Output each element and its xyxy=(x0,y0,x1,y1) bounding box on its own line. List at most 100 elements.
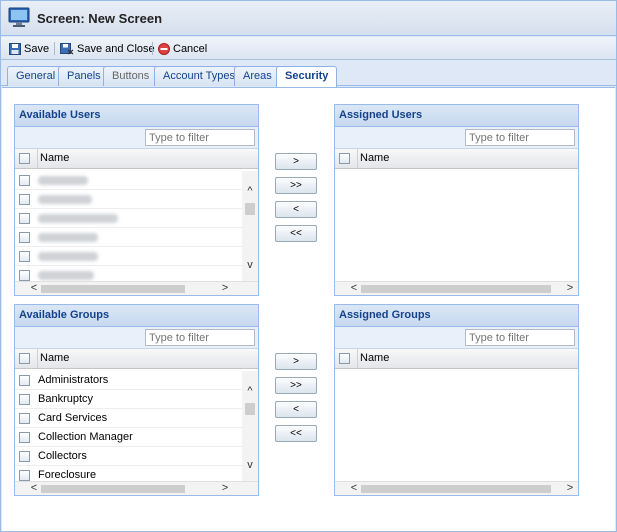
title-bar: Screen: New Screen xyxy=(1,1,616,36)
select-all-checkbox[interactable] xyxy=(19,153,30,164)
filter-bar xyxy=(335,127,578,149)
cancel-icon xyxy=(158,42,170,55)
row-checkbox[interactable] xyxy=(19,251,30,262)
toolbar-separator xyxy=(152,42,153,55)
panel-title: Available Groups xyxy=(15,305,258,327)
horizontal-scrollbar[interactable]: < > xyxy=(335,281,578,295)
column-header-name[interactable]: Name xyxy=(357,149,567,168)
row-checkbox[interactable] xyxy=(19,232,30,243)
row-checkbox[interactable] xyxy=(19,413,30,424)
horizontal-scrollbar[interactable]: < > xyxy=(15,481,258,495)
available-users-panel: Available Users Name ^ v xyxy=(14,104,259,296)
scroll-right-icon[interactable]: > xyxy=(563,482,577,495)
row-checkbox[interactable] xyxy=(19,470,30,481)
column-header-name[interactable]: Name xyxy=(357,349,567,368)
scroll-down-icon[interactable]: v xyxy=(244,259,256,271)
scroll-right-icon[interactable]: > xyxy=(218,282,232,295)
row-checkbox[interactable] xyxy=(19,432,30,443)
list-item[interactable]: Card Services xyxy=(15,409,243,428)
scroll-up-icon[interactable]: ^ xyxy=(244,385,256,397)
grid-header: Name xyxy=(15,349,258,369)
available-groups-list: Administrators Bankruptcy Card Services … xyxy=(15,371,243,483)
horizontal-scrollbar[interactable]: < > xyxy=(335,481,578,495)
group-name: Collection Manager xyxy=(38,431,133,443)
row-checkbox[interactable] xyxy=(19,213,30,224)
column-header-name[interactable]: Name xyxy=(37,349,247,368)
scroll-thumb[interactable] xyxy=(361,285,551,293)
add-all-groups-button[interactable]: >> xyxy=(275,377,317,394)
available-users-filter-input[interactable] xyxy=(145,129,255,146)
list-item[interactable] xyxy=(15,247,243,266)
scroll-left-icon[interactable]: < xyxy=(27,482,41,495)
scroll-left-icon[interactable]: < xyxy=(347,482,361,495)
row-checkbox[interactable] xyxy=(19,270,30,281)
panel-title: Assigned Groups xyxy=(335,305,578,327)
vertical-scrollbar[interactable]: ^ v xyxy=(242,171,258,283)
scroll-thumb[interactable] xyxy=(245,203,255,215)
list-item[interactable]: Collectors xyxy=(15,447,243,466)
available-groups-panel: Available Groups Name Administrators Ban… xyxy=(14,304,259,496)
cancel-button[interactable]: Cancel xyxy=(158,40,207,57)
column-header-name[interactable]: Name xyxy=(37,149,247,168)
tab-general[interactable]: General xyxy=(7,66,65,86)
select-all-checkbox[interactable] xyxy=(339,353,350,364)
filter-bar xyxy=(335,327,578,349)
select-all-checkbox[interactable] xyxy=(339,153,350,164)
horizontal-scrollbar[interactable]: < > xyxy=(15,281,258,295)
tab-account-types[interactable]: Account Types xyxy=(154,66,244,86)
filter-bar xyxy=(15,327,258,349)
list-item[interactable]: Bankruptcy xyxy=(15,390,243,409)
tab-buttons[interactable]: Buttons xyxy=(103,66,159,86)
row-checkbox[interactable] xyxy=(19,175,30,186)
scroll-thumb[interactable] xyxy=(41,285,185,293)
add-all-users-button[interactable]: >> xyxy=(275,177,317,194)
floppy-icon xyxy=(9,42,21,55)
add-user-button[interactable]: > xyxy=(275,153,317,170)
scroll-right-icon[interactable]: > xyxy=(218,482,232,495)
list-item[interactable] xyxy=(15,190,243,209)
list-item[interactable] xyxy=(15,171,243,190)
group-name: Administrators xyxy=(38,374,109,386)
remove-all-groups-button[interactable]: << xyxy=(275,425,317,442)
grid-header: Name xyxy=(15,149,258,169)
toolbar: Save Save and Close Cancel xyxy=(1,37,616,60)
remove-all-users-button[interactable]: << xyxy=(275,225,317,242)
assigned-users-filter-input[interactable] xyxy=(465,129,575,146)
assigned-groups-filter-input[interactable] xyxy=(465,329,575,346)
list-item[interactable] xyxy=(15,228,243,247)
row-checkbox[interactable] xyxy=(19,194,30,205)
group-name: Collectors xyxy=(38,450,87,462)
scroll-right-icon[interactable]: > xyxy=(563,282,577,295)
list-item[interactable] xyxy=(15,209,243,228)
tab-panels[interactable]: Panels xyxy=(58,66,110,86)
row-checkbox[interactable] xyxy=(19,451,30,462)
row-checkbox[interactable] xyxy=(19,394,30,405)
remove-group-button[interactable]: < xyxy=(275,401,317,418)
vertical-scrollbar[interactable]: ^ v xyxy=(242,371,258,483)
monitor-icon xyxy=(8,7,30,27)
scroll-up-icon[interactable]: ^ xyxy=(244,185,256,197)
tab-security[interactable]: Security xyxy=(276,66,338,87)
remove-user-button[interactable]: < xyxy=(275,201,317,218)
save-button[interactable]: Save xyxy=(9,40,49,57)
save-and-close-button[interactable]: Save and Close xyxy=(60,40,155,57)
save-close-icon xyxy=(60,42,74,55)
select-all-checkbox[interactable] xyxy=(19,353,30,364)
scroll-thumb[interactable] xyxy=(361,485,551,493)
scroll-left-icon[interactable]: < xyxy=(27,282,41,295)
row-checkbox[interactable] xyxy=(19,375,30,386)
available-groups-filter-input[interactable] xyxy=(145,329,255,346)
grid-header: Name xyxy=(335,149,578,169)
group-name: Bankruptcy xyxy=(38,393,94,405)
available-users-list xyxy=(15,171,243,283)
tab-areas[interactable]: Areas xyxy=(234,66,281,86)
scroll-left-icon[interactable]: < xyxy=(347,282,361,295)
scroll-thumb[interactable] xyxy=(245,403,255,415)
list-item[interactable]: Collection Manager xyxy=(15,428,243,447)
list-item[interactable]: Administrators xyxy=(15,371,243,390)
filter-bar xyxy=(15,127,258,149)
add-group-button[interactable]: > xyxy=(275,353,317,370)
save-and-close-label: Save and Close xyxy=(77,42,155,55)
scroll-thumb[interactable] xyxy=(41,485,185,493)
scroll-down-icon[interactable]: v xyxy=(244,459,256,471)
